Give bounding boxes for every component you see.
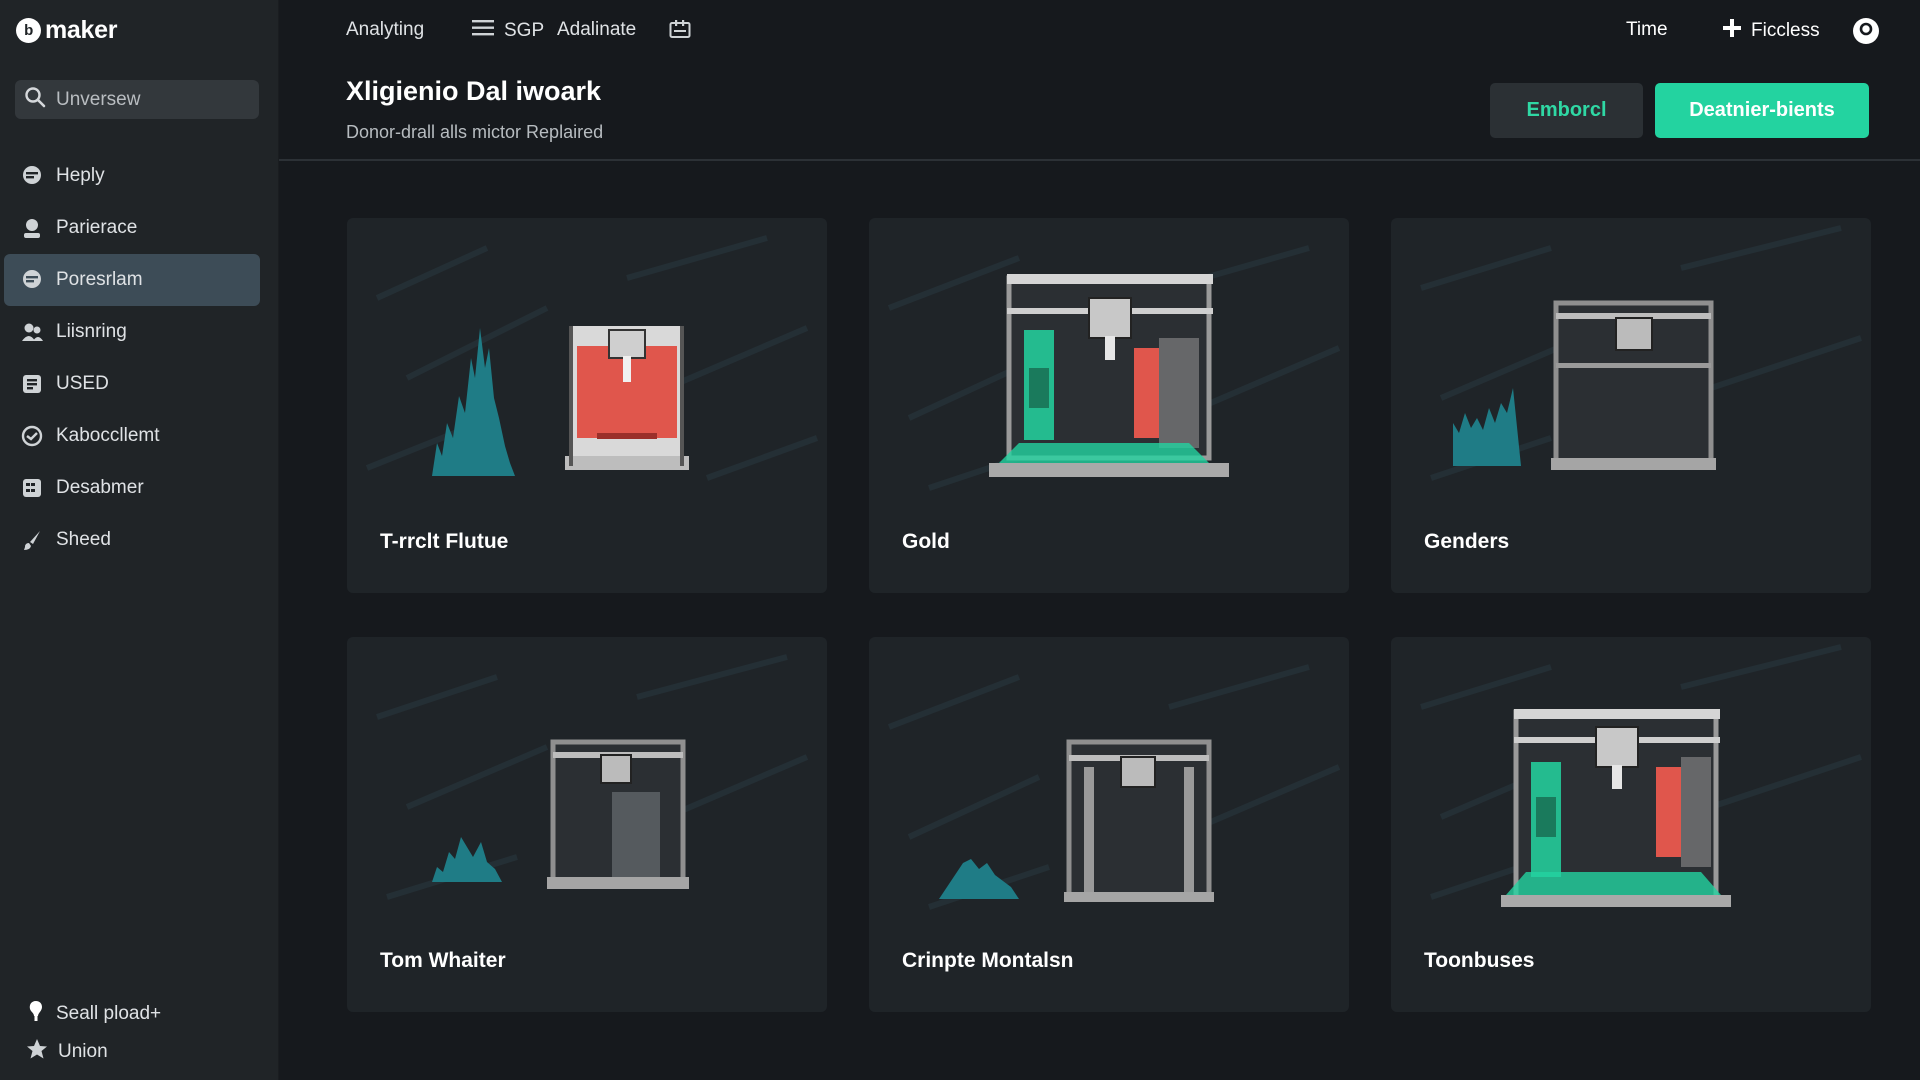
sidebar-item-label: Sheed (56, 529, 111, 550)
chat-icon (20, 268, 44, 292)
add-ficcless-button[interactable]: Ficcless (1723, 19, 1820, 43)
top-link-label: SGP (504, 20, 545, 41)
printer-illustration (989, 274, 1229, 477)
footer-item-seall-pload[interactable]: Seall pload+ (26, 995, 161, 1033)
printer-illustration (1453, 300, 1716, 470)
emborcl-button[interactable]: Emborcl (1490, 83, 1643, 138)
box-icon (20, 372, 44, 396)
logo-mark-icon: b (16, 18, 41, 43)
top-link-label: Analyting (346, 19, 425, 40)
sidebar-item-kaboccllemt[interactable]: Kaboccllemt (4, 410, 260, 462)
group-icon (20, 320, 44, 344)
save-icon (669, 19, 691, 45)
footer-item-label: Union (58, 1041, 108, 1062)
chat-icon (20, 164, 44, 188)
sidebar: b maker Heply Parierace Poresrlam (0, 0, 279, 1080)
circle-check-icon (20, 424, 44, 448)
top-bar: Analyting SGP Adalinate Time Ficcless (279, 0, 1920, 62)
footer-item-union[interactable]: Union (26, 1033, 161, 1071)
sidebar-nav: Heply Parierace Poresrlam Liisnring USED (4, 150, 260, 566)
star-icon (26, 1038, 48, 1066)
time-label: Time (1626, 19, 1668, 40)
printer-card[interactable]: Tom Whaiter (347, 637, 827, 1012)
sidebar-item-poresrlam[interactable]: Poresrlam (4, 254, 260, 306)
card-title: T-rrclt Flutue (380, 530, 509, 553)
card-title: Crinpte Montalsn (902, 949, 1074, 972)
card-title: Tom Whaiter (380, 949, 506, 972)
top-link-sgp[interactable]: SGP (472, 19, 544, 43)
printer-card[interactable]: T-rrclt Flutue (347, 218, 827, 593)
brush-icon (20, 528, 44, 552)
sidebar-item-heply[interactable]: Heply (4, 150, 260, 202)
printer-card[interactable]: Gold (869, 218, 1349, 593)
sidebar-item-label: Kaboccllemt (56, 425, 160, 446)
printer-card[interactable]: Genders (1391, 218, 1871, 593)
add-label: Ficcless (1751, 20, 1820, 41)
sidebar-item-liisnring[interactable]: Liisnring (4, 306, 260, 358)
pin-icon (26, 1000, 46, 1028)
deatnier-bients-button[interactable]: Deatnier-bients (1655, 83, 1869, 138)
sidebar-item-desabmer[interactable]: Desabmer (4, 462, 260, 514)
printer-card[interactable]: Toonbuses (1391, 637, 1871, 1012)
card-title: Toonbuses (1424, 949, 1535, 972)
top-link-analyting[interactable]: Analyting (346, 19, 424, 41)
sidebar-item-label: Poresrlam (56, 269, 143, 290)
time-link[interactable]: Time (1626, 19, 1668, 41)
sidebar-item-label: Parierace (56, 217, 138, 238)
search-icon (24, 86, 46, 113)
sidebar-item-used[interactable]: USED (4, 358, 260, 410)
help-button[interactable] (1853, 18, 1879, 44)
card-title: Genders (1424, 530, 1510, 553)
search-box[interactable] (15, 80, 259, 119)
grid-icon (20, 476, 44, 500)
save-icon-button[interactable] (669, 19, 691, 45)
search-input[interactable] (56, 88, 246, 111)
sidebar-item-label: Heply (56, 165, 105, 186)
footer-item-label: Seall pload+ (56, 1003, 162, 1024)
plus-icon (1723, 19, 1741, 43)
printer-illustration (1501, 709, 1731, 907)
logo-text: maker (45, 16, 118, 44)
top-link-adalinate[interactable]: Adalinate (557, 19, 636, 41)
printer-illustration (432, 739, 689, 889)
top-link-label: Adalinate (557, 19, 637, 40)
sidebar-item-label: Liisnring (56, 321, 127, 342)
sidebar-footer: Seall pload+ Union (26, 995, 161, 1071)
page-title: Xligienio Dal iwoark (346, 76, 602, 106)
printer-illustration (432, 326, 689, 476)
sidebar-item-sheed[interactable]: Sheed (4, 514, 260, 566)
app-logo[interactable]: b maker (16, 16, 117, 45)
printer-illustration (939, 739, 1214, 902)
page-subtitle: Donor-drall alls mictor Replaired (346, 122, 604, 142)
sidebar-item-parierace[interactable]: Parierace (4, 202, 260, 254)
list-icon (472, 19, 494, 43)
sidebar-item-label: Desabmer (56, 477, 144, 498)
printer-card[interactable]: Crinpte Montalsn (869, 637, 1349, 1012)
sidebar-item-label: USED (56, 373, 109, 394)
user-icon (20, 216, 44, 240)
card-title: Gold (902, 530, 950, 553)
help-icon (1859, 22, 1873, 41)
